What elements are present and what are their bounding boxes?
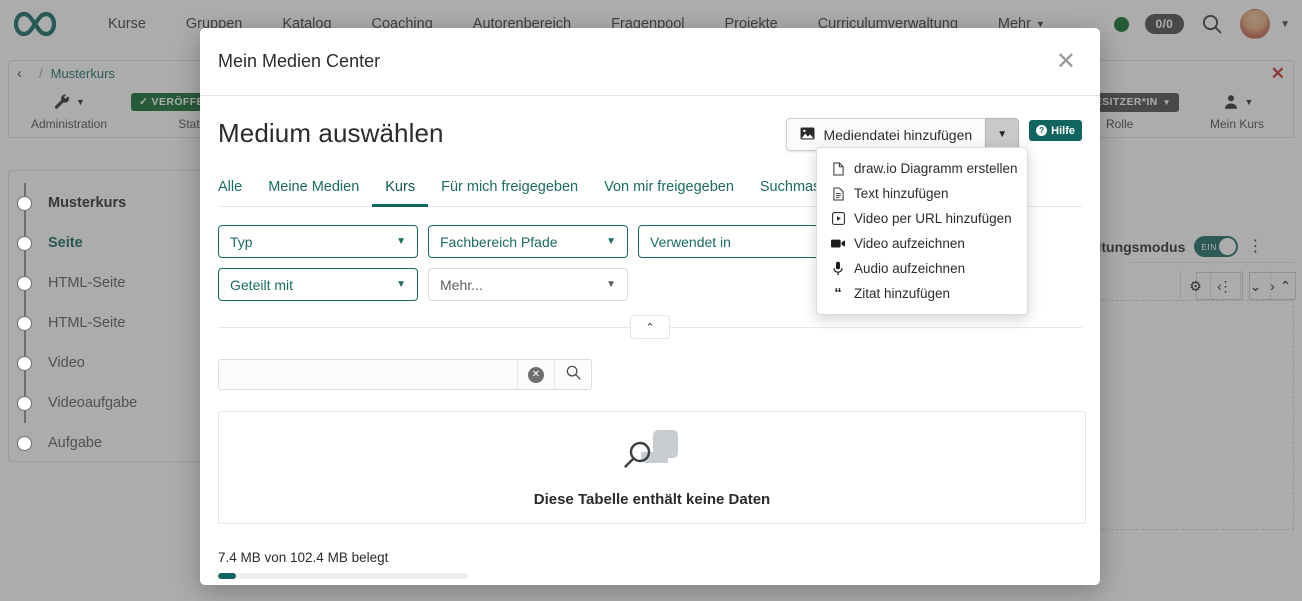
clear-icon: ✕ xyxy=(528,366,544,383)
screen: Kurse Gruppen Katalog Coaching Autorenbe… xyxy=(0,0,1302,601)
menu-item-record-video[interactable]: Video aufzeichnen xyxy=(817,231,1027,256)
tab-kurs[interactable]: Kurs xyxy=(372,173,429,207)
menu-item-drawio[interactable]: draw.io Diagramm erstellen xyxy=(817,156,1027,181)
no-data-search-icon xyxy=(621,428,683,483)
menu-item-label: draw.io Diagramm erstellen xyxy=(854,161,1018,176)
collapse-filters-button[interactable]: ⌃ xyxy=(630,315,670,339)
caret-down-icon: ▼ xyxy=(396,279,406,290)
tree-node-icon xyxy=(17,355,32,371)
media-center-modal: Mein Medien Center ✕ Medium auswählen Me… xyxy=(200,28,1100,585)
storage-progress-fill xyxy=(218,573,236,579)
chevron-up-icon: ⌃ xyxy=(645,321,655,334)
tab-fuer-mich-freigegeben[interactable]: Für mich freigegeben xyxy=(428,173,591,207)
menu-item-record-audio[interactable]: Audio aufzeichnen xyxy=(817,256,1027,281)
tree-node-icon xyxy=(17,435,32,451)
filter-geteilt-mit[interactable]: Geteilt mit ▼ xyxy=(218,268,418,301)
empty-state: Diese Tabelle enthält keine Daten xyxy=(218,411,1086,524)
quote-icon: “ xyxy=(834,284,842,302)
image-icon xyxy=(800,126,815,143)
filter-typ-label: Typ xyxy=(230,233,253,250)
filter-verwendet-in[interactable]: Verwendet in ▼ xyxy=(638,225,838,258)
menu-item-label: Video aufzeichnen xyxy=(854,236,965,251)
tab-von-mir-freigegeben[interactable]: Von mir freigegeben xyxy=(591,173,747,207)
tree-node-icon xyxy=(17,315,32,331)
caret-down-icon: ▼ xyxy=(396,236,406,247)
storage-progress-track xyxy=(218,573,468,579)
modal-header: Mein Medien Center ✕ xyxy=(200,28,1100,96)
add-media-dropdown-menu: draw.io Diagramm erstellen Text hinzufüg… xyxy=(816,147,1028,315)
caret-down-icon: ▼ xyxy=(606,279,616,290)
filter-collapse-row: ⌃ xyxy=(218,315,1082,339)
search-input[interactable] xyxy=(219,360,517,389)
tree-node-icon xyxy=(17,275,32,291)
search-bar: ✕ xyxy=(218,359,592,390)
tree-node-icon xyxy=(17,395,32,411)
menu-item-label: Zitat hinzufügen xyxy=(854,286,951,301)
question-mark-icon: ? xyxy=(1036,125,1048,136)
submit-search-button[interactable] xyxy=(554,360,591,389)
menu-item-video-url[interactable]: Video per URL hinzufügen xyxy=(817,206,1027,231)
caret-down-icon: ▼ xyxy=(606,236,616,247)
tree-node-icon xyxy=(17,235,32,251)
add-media-button-label: Mediendatei hinzufügen xyxy=(823,126,973,143)
video-camera-icon xyxy=(831,238,845,249)
storage-usage: 7.4 MB von 102.4 MB belegt xyxy=(218,550,1082,579)
menu-item-label: Video per URL hinzufügen xyxy=(854,211,1012,226)
filter-verwendet-in-label: Verwendet in xyxy=(650,233,731,250)
file-icon xyxy=(831,162,845,176)
clear-search-button[interactable]: ✕ xyxy=(517,360,554,389)
filter-typ[interactable]: Typ ▼ xyxy=(218,225,418,258)
help-button[interactable]: ? Hilfe xyxy=(1029,120,1082,141)
menu-item-add-quote[interactable]: “ Zitat hinzufügen xyxy=(817,281,1027,306)
filter-mehr[interactable]: Mehr... ▼ xyxy=(428,268,628,301)
help-button-label: Hilfe xyxy=(1051,124,1075,137)
page-title: Medium auswählen xyxy=(218,118,444,148)
text-file-icon xyxy=(831,187,845,201)
tree-node-icon xyxy=(17,195,32,211)
empty-state-text: Diese Tabelle enthält keine Daten xyxy=(533,490,771,508)
microphone-icon xyxy=(831,261,845,276)
filter-mehr-label: Mehr... xyxy=(440,276,483,293)
storage-usage-text: 7.4 MB von 102.4 MB belegt xyxy=(218,550,389,565)
menu-item-label: Audio aufzeichnen xyxy=(854,261,966,276)
modal-title: Mein Medien Center xyxy=(218,51,381,71)
filter-fachbereich-label: Fachbereich Pfade xyxy=(440,233,558,250)
filter-geteilt-mit-label: Geteilt mit xyxy=(230,276,294,293)
search-icon xyxy=(565,364,582,386)
video-url-icon xyxy=(831,212,845,225)
filter-controls: Typ ▼ Fachbereich Pfade ▼ Verwendet in ▼… xyxy=(218,225,858,301)
menu-item-add-text[interactable]: Text hinzufügen xyxy=(817,181,1027,206)
menu-item-label: Text hinzufügen xyxy=(854,186,949,201)
modal-body: Medium auswählen Mediendatei hinzufügen … xyxy=(200,96,1100,579)
close-icon[interactable]: ✕ xyxy=(1050,48,1082,76)
filter-fachbereich-pfade[interactable]: Fachbereich Pfade ▼ xyxy=(428,225,628,258)
caret-down-icon: ▼ xyxy=(997,129,1008,140)
tab-meine-medien[interactable]: Meine Medien xyxy=(255,173,372,207)
tab-alle[interactable]: Alle xyxy=(218,173,255,207)
